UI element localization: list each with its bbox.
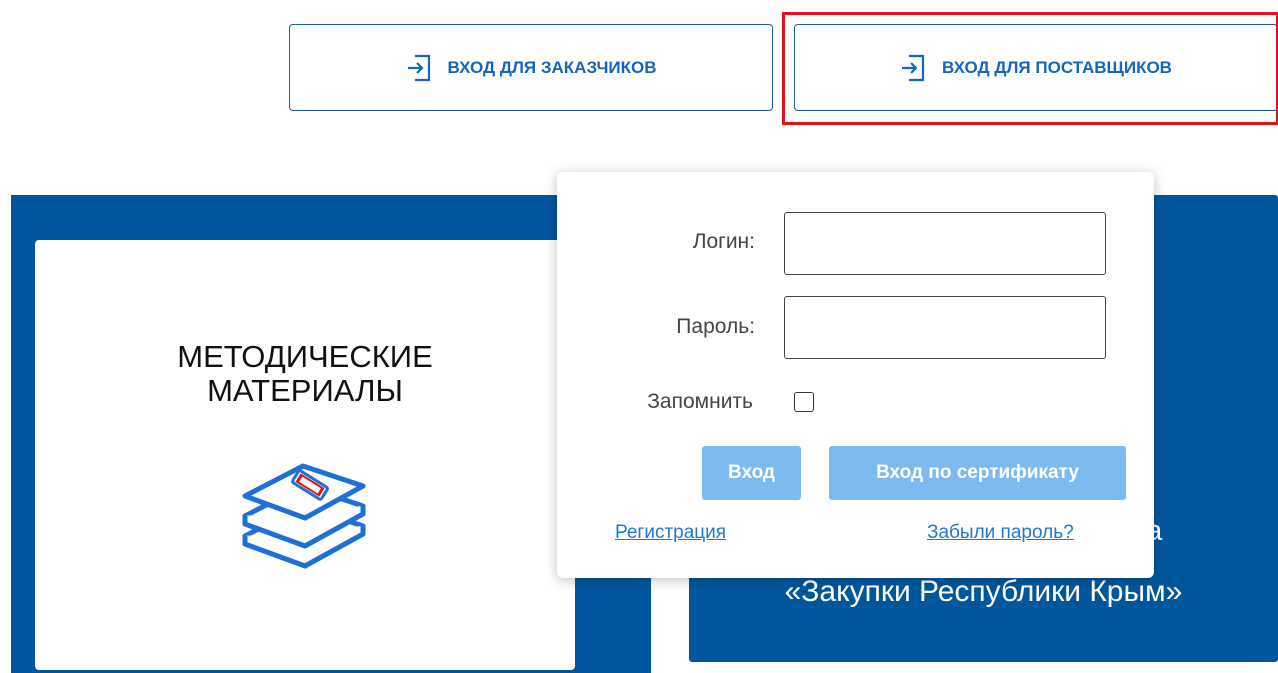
documents-stack-icon (242, 463, 366, 569)
forgot-password-link[interactable]: Забыли пароль? (927, 522, 1074, 544)
login-icon (406, 54, 432, 82)
popover-arrow (869, 156, 901, 172)
system-title: «Закупки Республики Крым» (784, 575, 1183, 608)
materials-card-title: МЕТОДИЧЕСКИЕ МАТЕРИАЛЫ (177, 339, 433, 408)
certificate-login-button[interactable]: Вход по сертификату (829, 446, 1126, 500)
methodical-materials-card[interactable]: МЕТОДИЧЕСКИЕ МАТЕРИАЛЫ (35, 240, 575, 670)
enter-button[interactable]: Вход (702, 446, 801, 500)
password-input[interactable] (784, 296, 1106, 359)
remember-checkbox[interactable] (794, 392, 814, 412)
password-label: Пароль: (676, 315, 755, 338)
register-link[interactable]: Регистрация (615, 522, 726, 544)
login-icon (900, 54, 926, 82)
remember-label: Запомнить (647, 390, 753, 413)
customers-login-button[interactable]: ВХОД ДЛЯ ЗАКАЗЧИКОВ (289, 24, 773, 111)
suppliers-login-label: ВХОД ДЛЯ ПОСТАВЩИКОВ (942, 57, 1172, 77)
login-input[interactable] (784, 212, 1106, 275)
customers-login-label: ВХОД ДЛЯ ЗАКАЗЧИКОВ (447, 57, 657, 77)
suppliers-login-button[interactable]: ВХОД ДЛЯ ПОСТАВЩИКОВ (794, 24, 1278, 111)
login-label: Логин: (692, 230, 755, 253)
